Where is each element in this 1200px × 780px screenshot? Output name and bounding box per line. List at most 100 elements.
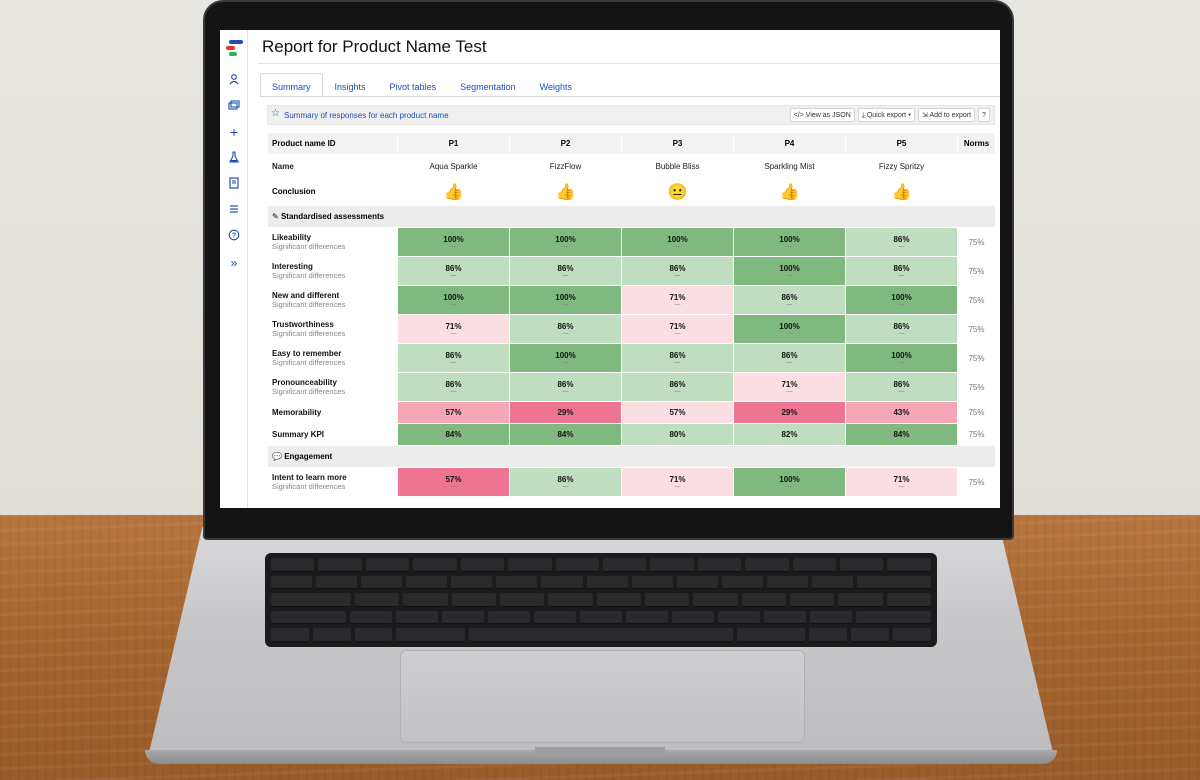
tab-segmentation[interactable]: Segmentation	[448, 73, 528, 97]
score-value: 57%	[445, 408, 462, 417]
score-value: 80%	[669, 430, 686, 439]
significance-marker: —	[674, 330, 681, 337]
score-cell: 100% —	[397, 227, 510, 257]
flask-icon[interactable]	[226, 151, 242, 167]
significance-marker: —	[674, 388, 681, 395]
score-value: 100%	[891, 292, 912, 302]
score-cell: 100% —	[845, 285, 958, 315]
score-cell: 71% —	[621, 285, 734, 315]
tab-weights[interactable]: Weights	[528, 73, 584, 97]
score-value: 86%	[445, 379, 462, 389]
score-cell: 71% —	[845, 467, 958, 497]
score-value: 71%	[669, 321, 686, 331]
thumbs-up-icon: 👍	[397, 177, 510, 206]
star-icon[interactable]: ☆	[271, 108, 280, 119]
laptop-notch	[535, 747, 665, 755]
significance-marker: —	[562, 483, 569, 490]
score-value: 29%	[781, 408, 798, 417]
results-table: Product name ID P1 P2 P3 P4 P5 Norms Nam…	[267, 132, 996, 497]
product-name: Fizzy Spritzy	[845, 154, 958, 178]
score-cell: 86% —	[733, 343, 846, 373]
metric-sublabel: Significant differences	[272, 358, 346, 367]
score-cell: 80%	[621, 423, 734, 446]
book-icon[interactable]	[226, 177, 242, 193]
metric-label-cell: Trustworthiness Significant differences	[267, 314, 398, 344]
score-value: 100%	[779, 474, 800, 484]
score-value: 71%	[781, 379, 798, 389]
score-cell: 100% —	[733, 227, 846, 257]
tab-insights[interactable]: Insights	[323, 73, 378, 97]
help-icon[interactable]: ?	[226, 229, 242, 245]
score-value: 100%	[891, 350, 912, 360]
significance-marker: —	[674, 483, 681, 490]
table-row: Easy to remember Significant differences 8…	[267, 343, 996, 373]
score-cell: 43%	[845, 401, 958, 424]
score-cell: 86% —	[509, 314, 622, 344]
score-value: 71%	[669, 292, 686, 302]
score-value: 86%	[893, 379, 910, 389]
metric-label: Trustworthiness	[272, 320, 334, 329]
thumbs-up-icon: 👍	[845, 177, 958, 206]
significance-marker: —	[898, 272, 905, 279]
metric-label-cell: Easy to remember Significant differences	[267, 343, 398, 373]
panel-title: Summary of responses for each product na…	[284, 111, 449, 120]
menu-icon[interactable]	[226, 203, 242, 219]
metric-sublabel: Significant differences	[272, 242, 346, 251]
metric-label-cell: Intent to learn more Significant differen…	[267, 467, 398, 497]
header-label: Product name ID	[267, 132, 398, 155]
norm-value: 75%	[957, 401, 996, 424]
plus-icon[interactable]: +	[226, 124, 242, 140]
score-cell: 29%	[733, 401, 846, 424]
score-cell: 57% —	[397, 467, 510, 497]
score-value: 84%	[557, 430, 574, 439]
stack-icon[interactable]	[226, 99, 242, 115]
table-row: Memorability 57% 29% 57% 29% 43% 75%	[267, 401, 996, 424]
section-title: Standardised assessments	[280, 212, 385, 221]
score-cell: 86% —	[733, 285, 846, 315]
metric-label-cell: New and different Significant differences	[267, 285, 398, 315]
norm-value: 75%	[957, 285, 996, 315]
section-title-cell: 💬 Engagement	[267, 445, 996, 468]
metric-label: Intent to learn more	[272, 473, 347, 482]
caret-down-icon: ▾	[906, 112, 912, 119]
significance-marker: —	[450, 243, 457, 250]
thumbs-up-icon: 👍	[509, 177, 622, 206]
panel-header: ☆ Summary of responses for each product …	[267, 105, 995, 125]
metric-label-cell: Interesting Significant differences	[267, 256, 398, 286]
significance-marker: —	[450, 272, 457, 279]
svg-text:?: ?	[232, 233, 236, 240]
significance-marker: —	[562, 388, 569, 395]
add-to-export-button[interactable]: ⇲ Add to export	[918, 108, 976, 122]
view-json-button[interactable]: </> View as JSON	[789, 108, 855, 122]
expand-icon[interactable]: »	[226, 255, 242, 271]
norm-value: 75%	[957, 227, 996, 257]
summary-panel: ☆ Summary of responses for each product …	[260, 102, 996, 508]
norm-value: 75%	[957, 343, 996, 373]
metric-label: Memorability	[272, 408, 322, 417]
significance-marker: —	[898, 388, 905, 395]
significance-marker: —	[562, 301, 569, 308]
tabs-divider	[260, 96, 1000, 97]
score-value: 84%	[893, 430, 910, 439]
score-cell: 86% —	[509, 256, 622, 286]
score-value: 82%	[781, 430, 798, 439]
info-button[interactable]: ?	[978, 108, 990, 122]
significance-marker: —	[786, 483, 793, 490]
score-value: 86%	[445, 263, 462, 273]
sidebar: + ? »	[220, 30, 248, 508]
significance-marker: —	[674, 359, 681, 366]
quick-export-button[interactable]: ⤓ Quick export ▾	[857, 108, 916, 122]
score-value: 86%	[557, 474, 574, 484]
tab-summary[interactable]: Summary	[260, 73, 323, 97]
score-value: 100%	[779, 234, 800, 244]
score-cell: 84%	[397, 423, 510, 446]
score-value: 57%	[669, 408, 686, 417]
score-cell: 86% —	[845, 372, 958, 402]
product-name: Sparkling Mist	[733, 154, 846, 178]
user-icon[interactable]	[226, 73, 242, 89]
tab-pivot-tables[interactable]: Pivot tables	[378, 73, 449, 97]
metric-label-cell: Likeability Significant differences	[267, 227, 398, 257]
significance-marker: —	[786, 388, 793, 395]
score-value: 100%	[555, 292, 576, 302]
score-cell: 100% —	[733, 256, 846, 286]
